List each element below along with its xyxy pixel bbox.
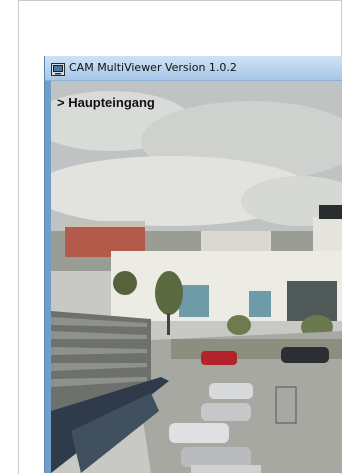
multiviewer-window: CAM MultiViewer Version 1.0.2 > Hauptein… [44,56,342,473]
window-titlebar[interactable]: CAM MultiViewer Version 1.0.2 [45,56,342,81]
window-title: CAM MultiViewer Version 1.0.2 [69,61,237,74]
camera-image [51,81,342,473]
camera-label: > Haupteingang [57,95,155,110]
camera-feed-haupteingang[interactable]: > Haupteingang [51,81,342,473]
camera-viewer-icon [51,61,65,76]
